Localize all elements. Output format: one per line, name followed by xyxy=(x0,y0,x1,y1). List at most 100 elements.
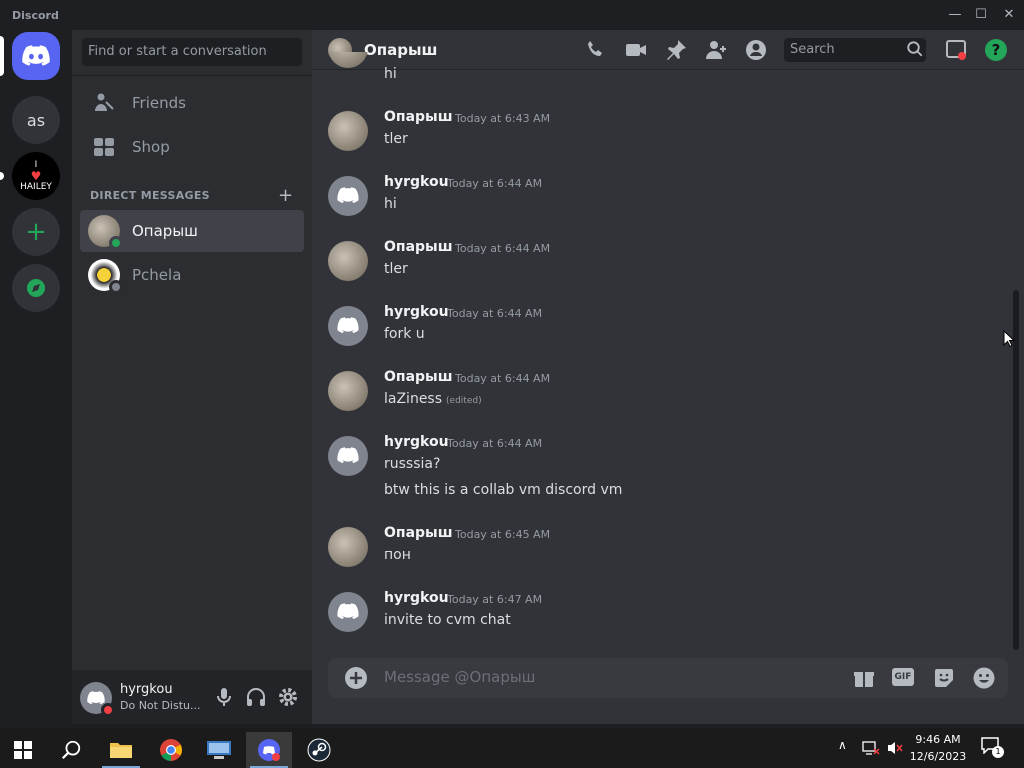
gift-icon[interactable] xyxy=(852,666,876,690)
clock-time[interactable]: 9:46 AM xyxy=(906,733,970,746)
steam-button[interactable] xyxy=(296,732,342,768)
clock-date[interactable]: 12/6/2023 xyxy=(906,750,970,763)
message-text: btw this is a collab vm discord vm xyxy=(384,482,623,498)
message-text: hi xyxy=(384,196,397,212)
user-panel: hyrgkou Do Not Distu... xyxy=(72,670,312,724)
server-as[interactable]: as xyxy=(12,96,60,144)
message-composer[interactable]: Message @Опарыш GIF xyxy=(328,658,1008,698)
close-button[interactable]: ✕ xyxy=(1000,6,1018,24)
message-avatar[interactable] xyxy=(328,306,368,346)
selected-pill xyxy=(0,36,4,76)
dnd-status-icon xyxy=(101,703,115,717)
volume-muted-icon[interactable] xyxy=(886,740,904,756)
title-bar: Discord — ☐ ✕ xyxy=(0,0,1024,30)
attach-plus-icon[interactable] xyxy=(344,666,368,690)
create-dm-button[interactable]: + xyxy=(278,185,293,206)
headphones-icon[interactable] xyxy=(244,685,268,709)
message-timestamp: Today at 6:44 AM xyxy=(447,437,543,450)
message-avatar[interactable] xyxy=(328,111,368,151)
message-text: tler xyxy=(384,131,408,147)
edited-label: (edited) xyxy=(446,396,482,406)
user-name: hyrgkou xyxy=(120,682,173,697)
maximize-button[interactable]: ☐ xyxy=(972,6,990,24)
dm-name: Опарыш xyxy=(132,222,198,240)
message-author[interactable]: hyrgkou xyxy=(384,590,449,606)
monitor-icon xyxy=(207,741,231,759)
message-author[interactable]: Опарыш xyxy=(384,239,453,255)
home-button[interactable] xyxy=(12,32,60,80)
taskbar-search-button[interactable] xyxy=(48,732,94,768)
message-author[interactable]: Опарыш xyxy=(384,369,453,385)
message-author[interactable]: hyrgkou xyxy=(384,174,449,190)
discord-icon xyxy=(258,739,280,761)
message-text: invite to cvm chat xyxy=(384,612,511,628)
find-conversation-input[interactable]: Find or start a conversation xyxy=(82,38,302,66)
message-text-content: laZiness xyxy=(384,391,443,407)
folder-icon xyxy=(110,743,132,758)
discord-logo-icon xyxy=(337,447,359,464)
message-avatar[interactable] xyxy=(328,527,368,567)
message-avatar[interactable] xyxy=(328,436,368,476)
server-as-label: as xyxy=(26,110,46,130)
user-avatar[interactable] xyxy=(80,682,115,717)
message-timestamp: Today at 6:44 AM xyxy=(455,372,551,385)
message-author[interactable]: Опарыш xyxy=(384,109,453,125)
explore-servers-button[interactable] xyxy=(12,264,60,312)
friends-icon xyxy=(95,93,114,111)
dm-item-pchela[interactable]: Pchela xyxy=(80,254,304,296)
start-button[interactable] xyxy=(0,732,46,768)
message-partial: hi xyxy=(328,52,998,86)
friends-nav-item[interactable]: Friends xyxy=(80,82,304,124)
gear-icon[interactable] xyxy=(276,685,300,709)
shop-nav-item[interactable]: Shop xyxy=(80,126,304,168)
emoji-icon[interactable] xyxy=(972,666,996,690)
add-server-button[interactable]: + xyxy=(12,208,60,256)
friends-label: Friends xyxy=(132,94,186,112)
server-hailey[interactable]: I ♥ HAILEY xyxy=(12,152,60,200)
message-author[interactable]: Опарыш xyxy=(384,525,453,541)
gif-button[interactable]: GIF xyxy=(892,668,914,686)
minimize-button[interactable]: — xyxy=(946,6,964,24)
chrome-icon xyxy=(160,739,182,761)
steam-icon xyxy=(307,738,331,762)
server-list: as I ♥ HAILEY + xyxy=(0,30,72,724)
message-timestamp: Today at 6:44 AM xyxy=(447,307,543,320)
discord-logo-icon xyxy=(87,691,105,705)
message-timestamp: Today at 6:45 AM xyxy=(455,528,551,541)
compass-icon xyxy=(27,279,45,297)
hailey-text-bottom: HAILEY xyxy=(20,181,52,192)
message-text: tler xyxy=(384,261,408,277)
microphone-icon[interactable] xyxy=(212,685,236,709)
message-input[interactable]: Message @Опарыш xyxy=(384,668,535,686)
message-avatar[interactable] xyxy=(328,371,368,411)
message-timestamp: Today at 6:47 AM xyxy=(447,593,543,606)
message-text: fork u xyxy=(384,326,425,342)
message-author[interactable]: hyrgkou xyxy=(384,304,449,320)
message-timestamp: Today at 6:44 AM xyxy=(455,242,551,255)
message-avatar xyxy=(328,52,368,68)
remote-desktop-button[interactable] xyxy=(196,732,242,768)
dm-item-oparysh[interactable]: Опарыш xyxy=(80,210,304,252)
network-icon[interactable] xyxy=(862,740,880,756)
file-explorer-button[interactable] xyxy=(98,732,144,768)
message-avatar[interactable] xyxy=(328,176,368,216)
discord-logo-icon xyxy=(337,317,359,334)
offline-status-icon xyxy=(109,280,123,294)
chrome-button[interactable] xyxy=(148,732,194,768)
shop-icon xyxy=(94,138,114,156)
dm-sidebar: Find or start a conversation Friends Sho… xyxy=(72,30,312,724)
discord-taskbar-button[interactable] xyxy=(246,732,292,768)
chevron-up-icon[interactable]: ∧ xyxy=(838,738,847,752)
divider xyxy=(72,75,312,76)
message-avatar[interactable] xyxy=(328,241,368,281)
mouse-cursor-icon xyxy=(1003,330,1015,348)
direct-messages-header: DIRECT MESSAGES xyxy=(90,189,210,202)
message-avatar[interactable] xyxy=(328,592,368,632)
online-status-icon xyxy=(109,236,123,250)
chat-area: Опарыш Search ? hi Опарыш Today at 6:43 … xyxy=(312,30,1024,724)
action-center-button[interactable]: 1 xyxy=(980,736,1004,760)
sticker-icon[interactable] xyxy=(932,666,956,690)
message-timestamp: Today at 6:44 AM xyxy=(447,177,543,190)
message-timestamp: Today at 6:43 AM xyxy=(455,112,551,125)
message-author[interactable]: hyrgkou xyxy=(384,434,449,450)
